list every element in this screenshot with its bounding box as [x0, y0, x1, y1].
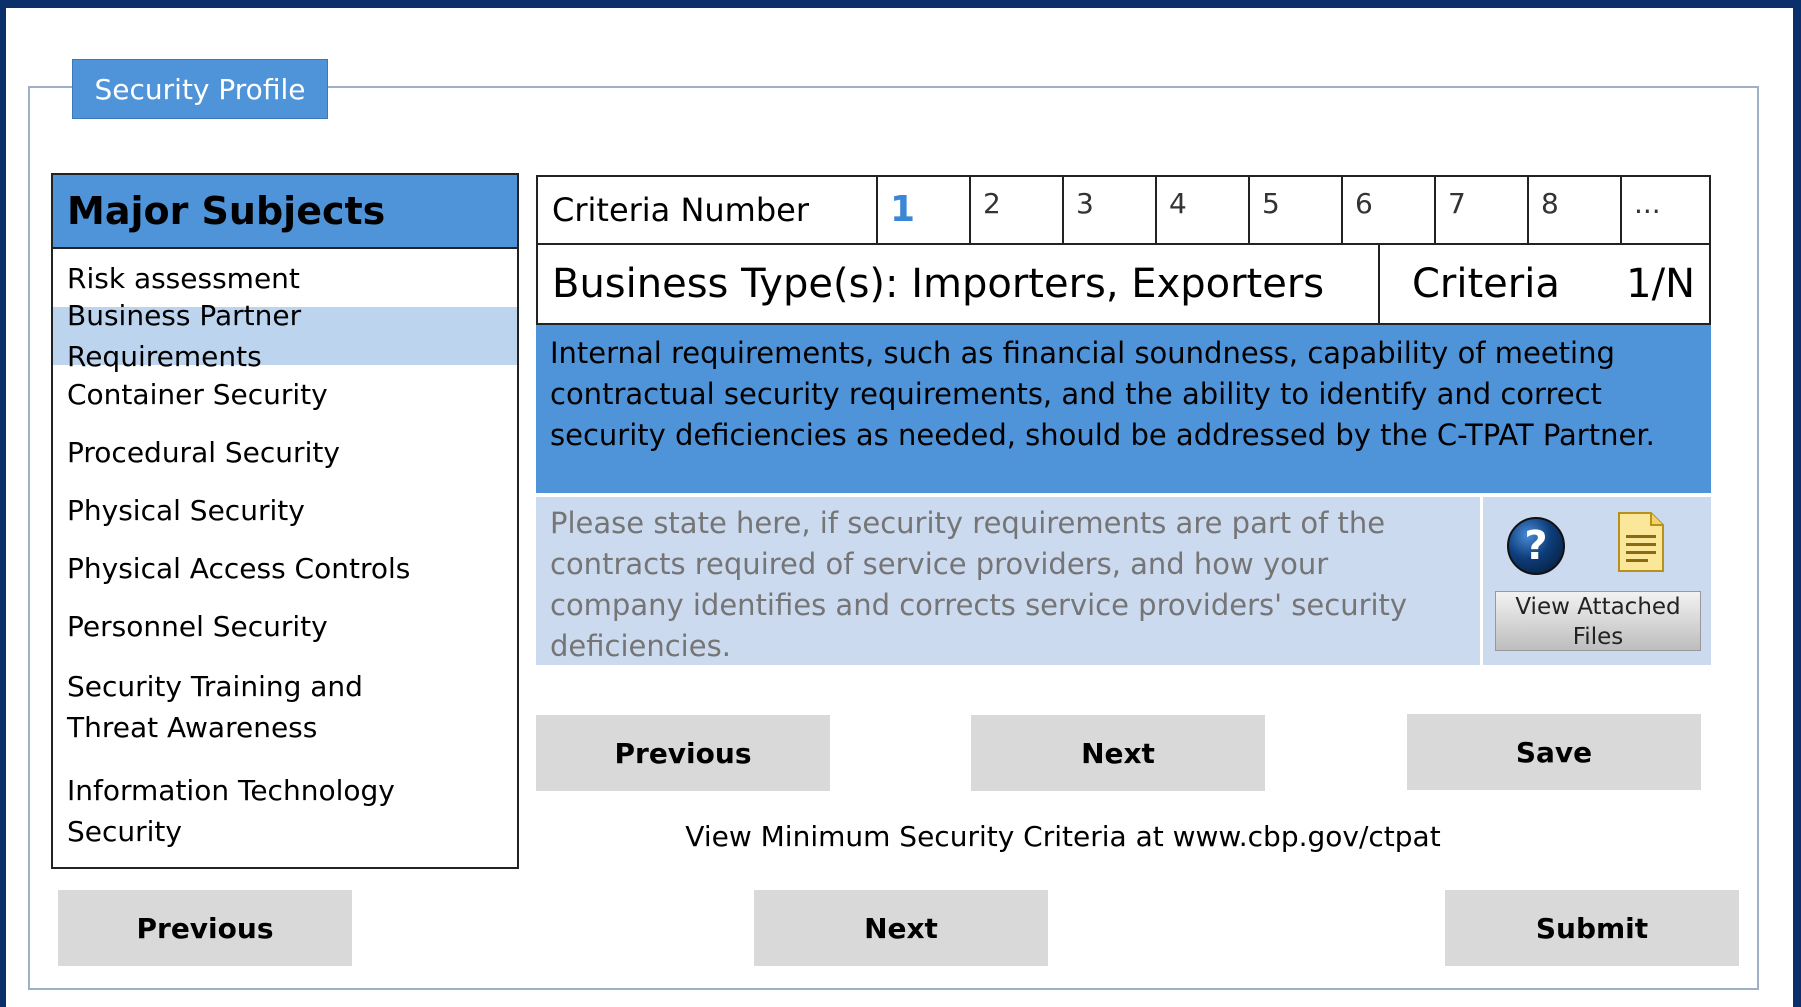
attachments-panel: ? View Attached Files: [1483, 497, 1711, 665]
criteria-number-4[interactable]: 4: [1157, 177, 1250, 243]
criteria-counter-label: Criteria: [1412, 261, 1560, 307]
sidebar-item-personnel-security[interactable]: Personnel Security: [53, 597, 517, 655]
criteria-number-label: Criteria Number: [538, 177, 878, 243]
criteria-number-5[interactable]: 5: [1250, 177, 1343, 243]
sidebar-item-procedural-security[interactable]: Procedural Security: [53, 423, 517, 481]
sidebar-item-physical-security[interactable]: Physical Security: [53, 481, 517, 539]
criteria-previous-button[interactable]: Previous: [536, 715, 830, 791]
criteria-number-3[interactable]: 3: [1064, 177, 1157, 243]
sidebar-item-security-training[interactable]: Security Training and Threat Awareness: [53, 655, 517, 759]
business-type-row: Business Type(s): Importers, Exporters C…: [536, 245, 1711, 325]
page-next-button[interactable]: Next: [754, 890, 1048, 966]
criteria-counter-value: 1/N: [1626, 261, 1695, 307]
question-icon[interactable]: ?: [1507, 517, 1565, 575]
security-profile-tab[interactable]: Security Profile: [72, 59, 328, 119]
criteria-description: Internal requirements, such as financial…: [536, 325, 1711, 493]
window-frame-top: [0, 0, 1801, 8]
criteria-number-2[interactable]: 2: [971, 177, 1064, 243]
document-icon[interactable]: [1617, 511, 1665, 573]
sidebar-item-physical-access-controls[interactable]: Physical Access Controls: [53, 539, 517, 597]
criteria-number-6[interactable]: 6: [1343, 177, 1436, 243]
save-button[interactable]: Save: [1407, 714, 1701, 790]
criteria-number-7[interactable]: 7: [1436, 177, 1529, 243]
criteria-next-button[interactable]: Next: [971, 715, 1265, 791]
response-textarea[interactable]: [536, 497, 1480, 665]
view-attached-files-button[interactable]: View Attached Files: [1495, 591, 1701, 651]
window-frame-right: [1793, 0, 1801, 1007]
submit-button[interactable]: Submit: [1445, 890, 1739, 966]
criteria-number-8[interactable]: 8: [1529, 177, 1622, 243]
criteria-counter: Criteria 1/N: [1380, 245, 1709, 323]
major-subjects-sidebar: Major Subjects Risk assessment Business …: [51, 173, 519, 869]
sidebar-header: Major Subjects: [53, 175, 517, 249]
sidebar-item-information-technology-security[interactable]: Information Technology Security: [53, 759, 517, 863]
business-types: Business Type(s): Importers, Exporters: [538, 245, 1380, 323]
criteria-number-1[interactable]: 1: [878, 177, 971, 243]
window-frame-left: [0, 0, 6, 1007]
page-previous-button[interactable]: Previous: [58, 890, 352, 966]
sidebar-item-business-partner-requirements[interactable]: Business Partner Requirements: [53, 299, 517, 373]
criteria-number-row: Criteria Number 1 2 3 4 5 6 7 8 ...: [536, 175, 1711, 245]
minimum-criteria-note: View Minimum Security Criteria at www.cb…: [685, 820, 1441, 853]
criteria-number-more[interactable]: ...: [1622, 177, 1709, 243]
